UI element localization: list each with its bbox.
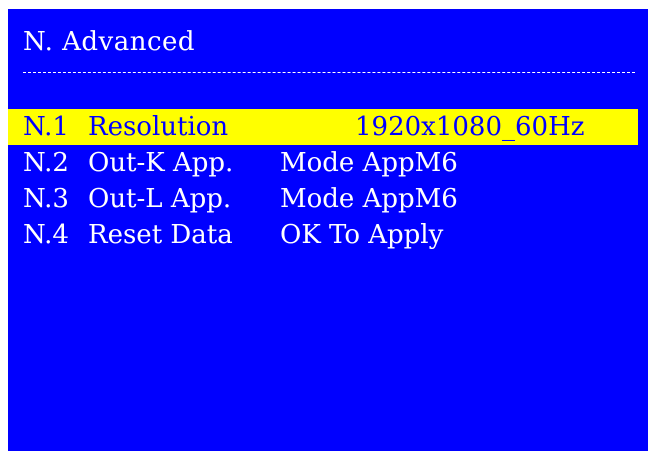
title-divider	[23, 72, 635, 73]
menu-item-code: N.3	[23, 184, 69, 214]
menu-item-resolution[interactable]: N.1 Resolution 1920x1080_60Hz	[8, 109, 638, 145]
osd-screen: N. Advanced N.1 Resolution 1920x1080_60H…	[8, 9, 648, 451]
menu-item-label: Resolution	[88, 112, 229, 142]
menu-item-out-l-app[interactable]: N.3 Out-L App. Mode AppM6	[8, 181, 648, 217]
menu-item-reset-data[interactable]: N.4 Reset Data OK To Apply	[8, 217, 648, 253]
menu-item-label: Reset Data	[88, 220, 233, 250]
menu-item-code: N.4	[23, 220, 69, 250]
menu-item-value: Mode AppM6	[280, 184, 458, 214]
menu-title: N. Advanced	[23, 27, 196, 57]
menu-item-code: N.2	[23, 148, 69, 178]
menu-item-value: 1920x1080_60Hz	[355, 112, 585, 142]
menu-item-value: Mode AppM6	[280, 148, 458, 178]
menu-list: N.1 Resolution 1920x1080_60Hz N.2 Out-K …	[8, 109, 648, 253]
menu-item-label: Out-L App.	[88, 184, 232, 214]
menu-item-code: N.1	[23, 112, 69, 142]
menu-item-label: Out-K App.	[88, 148, 234, 178]
menu-item-out-k-app[interactable]: N.2 Out-K App. Mode AppM6	[8, 145, 648, 181]
menu-item-value: OK To Apply	[280, 220, 444, 250]
